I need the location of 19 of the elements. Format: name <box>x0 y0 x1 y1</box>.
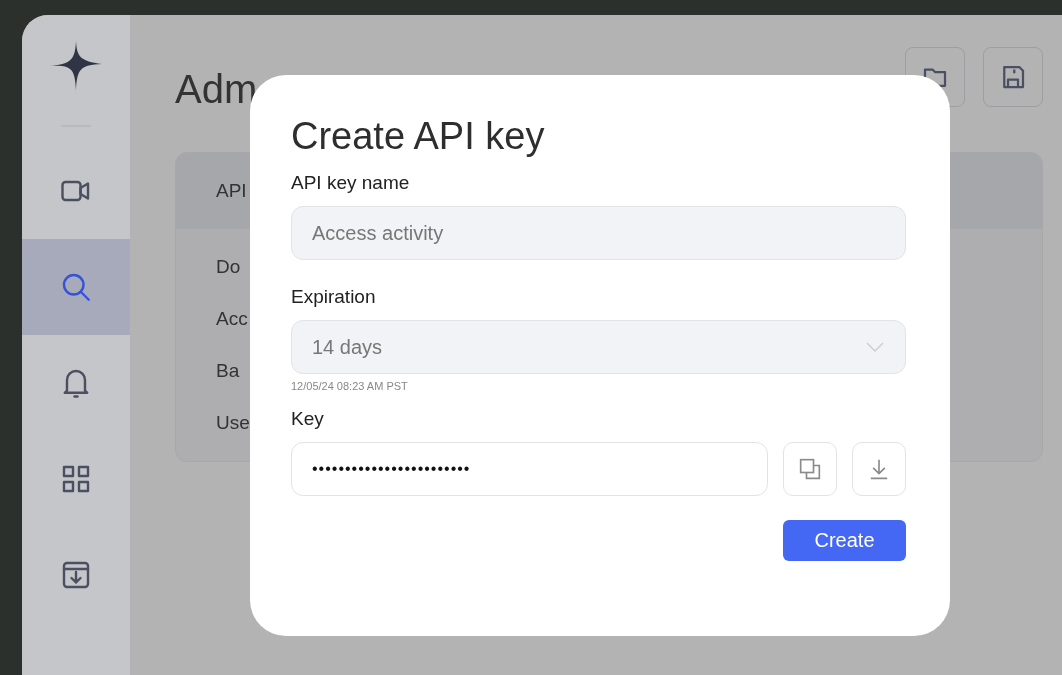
create-button[interactable]: Create <box>783 520 906 561</box>
download-button[interactable] <box>852 442 906 496</box>
card-row-text: Acc <box>216 308 248 330</box>
field-label: API key name <box>291 172 411 194</box>
dialog-title: Create API key <box>291 115 546 158</box>
api-key-name-field[interactable]: Access activity <box>291 206 906 260</box>
expiration-date-hint: 12/05/24 08:23 AM PST <box>291 380 409 392</box>
key-field[interactable]: •••••••••••••••••••••••• <box>291 442 768 496</box>
page-title: Adm <box>175 67 258 112</box>
card-row-text: Use <box>216 412 250 434</box>
field-label: Expiration <box>291 286 377 308</box>
card-row-text: Do <box>216 256 241 278</box>
expiration-select[interactable]: 14 days <box>291 320 906 374</box>
field-label: Key <box>291 408 325 430</box>
copy-button[interactable] <box>783 442 837 496</box>
save-button[interactable] <box>983 47 1043 107</box>
chevron-down-icon <box>865 341 885 353</box>
card-header-text: API <box>216 180 247 202</box>
card-row-text: Ba <box>216 360 240 382</box>
